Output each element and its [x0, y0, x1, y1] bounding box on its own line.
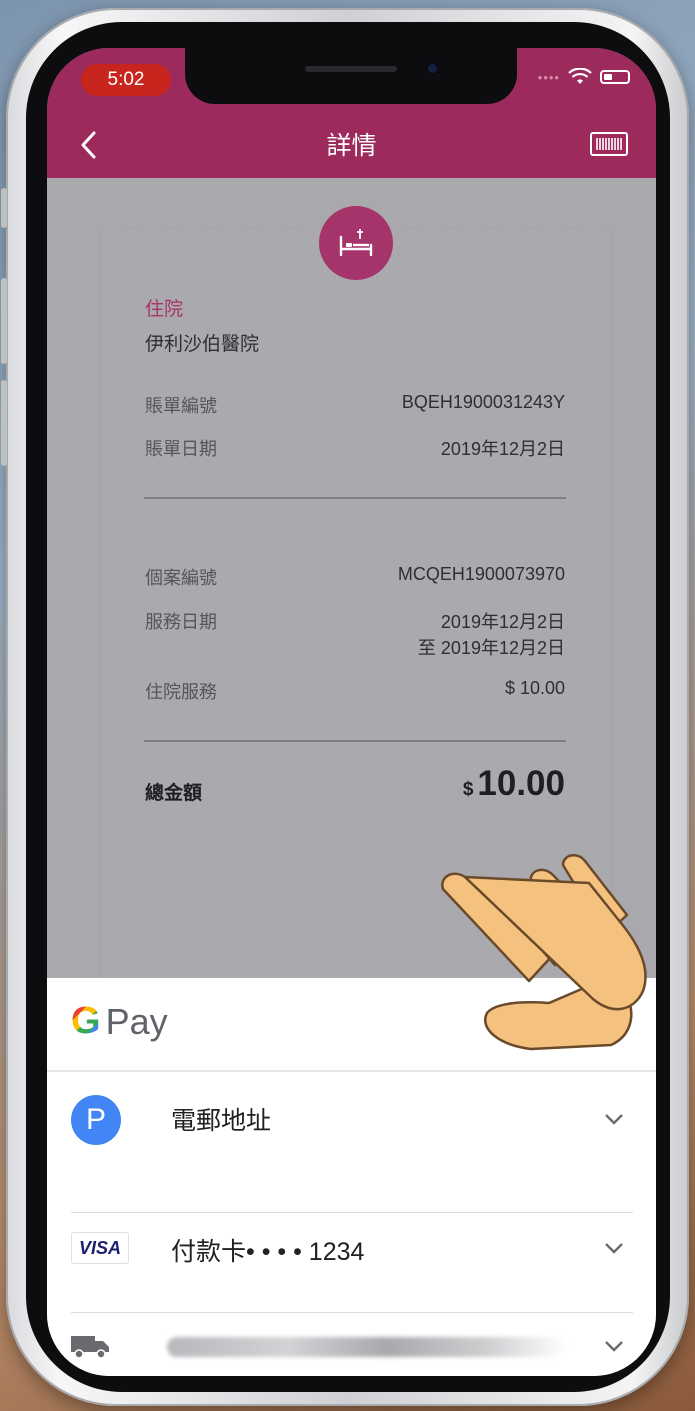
divider: [144, 740, 566, 742]
total-currency: $: [462, 779, 474, 800]
bill-date-label: 賬單日期: [145, 439, 217, 459]
volume-up-button: [1, 278, 7, 364]
visa-icon: VISA: [71, 1232, 129, 1264]
shipping-row[interactable]: [47, 1318, 656, 1376]
status-icons: ••••: [538, 68, 630, 86]
status-time: 5:02: [81, 64, 171, 96]
gpay-logo: G Pay: [71, 1000, 168, 1043]
wifi-icon: [568, 68, 592, 84]
mute-switch: [1, 188, 7, 228]
signal-icon: ••••: [537, 69, 560, 85]
service-date-to: 至 2019年12月2日: [417, 638, 565, 658]
total-amount-value: 10.00: [477, 764, 565, 803]
barcode-icon[interactable]: [590, 132, 628, 156]
page-title: 詳情: [326, 132, 377, 160]
pay-word: Pay: [105, 1000, 168, 1042]
p-icon: P: [71, 1095, 121, 1145]
total-amount: $10.00: [463, 764, 565, 804]
hospital-name: 伊利沙伯醫院: [145, 334, 260, 355]
bill-number-value: BQEH1900031243Y: [401, 392, 565, 412]
service-amount: $ 10.00: [504, 678, 565, 698]
volume-down-button: [1, 380, 7, 466]
category-label: 住院: [145, 299, 184, 320]
google-g-icon: G: [71, 1000, 101, 1042]
chevron-down-icon[interactable]: [604, 1340, 624, 1352]
chevron-down-icon[interactable]: [604, 1113, 624, 1125]
total-label: 總金額: [145, 783, 203, 804]
phone-screen: 5:02 •••• 詳情 住院 伊利沙伯醫院 賬單編號 BQEH19000312…: [47, 48, 656, 1376]
row-divider: [71, 1212, 633, 1213]
email-row[interactable]: P 電郵地址: [47, 1073, 656, 1169]
notch: [185, 48, 517, 104]
case-number-value: MCQEH1900073970: [397, 564, 565, 584]
service-date-from: 2019年12月2日: [440, 612, 565, 632]
case-number-label: 個案編號: [145, 568, 217, 588]
pointing-hand-icon: [441, 853, 647, 1051]
payment-card-row[interactable]: VISA 付款卡• • • • 1234: [47, 1216, 656, 1312]
bill-date-value: 2019年12月2日: [440, 439, 565, 459]
bill-number-label: 賬單編號: [145, 396, 217, 416]
speaker: [305, 66, 397, 72]
divider: [144, 497, 566, 499]
service-label: 住院服務: [145, 682, 217, 702]
blurred-address: [167, 1337, 567, 1357]
category-badge: [319, 206, 393, 280]
hospital-bed-icon: [339, 229, 373, 257]
camera: [425, 61, 440, 76]
payment-card-label: 付款卡• • • • 1234: [171, 1238, 365, 1266]
sheet-header-divider: [47, 1070, 656, 1072]
email-row-label: 電郵地址: [171, 1107, 272, 1135]
row-divider: [71, 1312, 633, 1313]
battery-icon: [600, 70, 630, 84]
chevron-down-icon[interactable]: [604, 1242, 624, 1254]
truck-icon: [71, 1336, 109, 1359]
service-date-label: 服務日期: [145, 612, 217, 632]
